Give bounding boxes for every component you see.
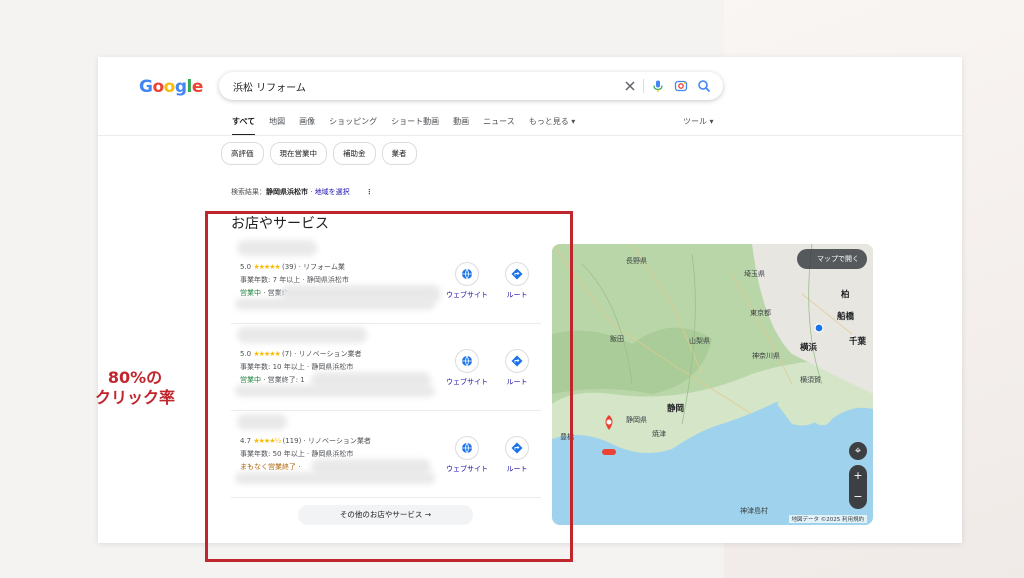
chip-contractor[interactable]: 業者 — [381, 142, 417, 165]
map-label-tokyo: 東京都 — [750, 309, 771, 317]
map-label-kozushima: 神津島村 — [740, 507, 768, 515]
lens-icon[interactable] — [674, 79, 688, 93]
chip-open-now[interactable]: 現在営業中 — [269, 142, 327, 165]
search-icon[interactable] — [697, 79, 711, 93]
map-terrain — [552, 244, 873, 525]
tools-button[interactable]: ツール ▾ — [683, 116, 714, 127]
chip-subsidy[interactable]: 補助金 — [333, 142, 376, 165]
more-options-icon[interactable]: ⋮ — [366, 188, 373, 196]
map-label-nagano: 長野県 — [626, 257, 647, 265]
select-region-link[interactable]: 地域を選択 — [315, 188, 350, 196]
microphone-icon[interactable] — [651, 79, 665, 93]
search-tabs: すべて 地図 画像 ショッピング ショート動画 動画 ニュース もっと見る ▾ — [232, 116, 575, 136]
annotation-line-1: 80%の — [107, 368, 163, 387]
map-label-funabashi: 船橋 — [837, 312, 855, 322]
click-rate-annotation: 80%の クリック率 — [80, 368, 190, 408]
map-label-yamanashi: 山梨県 — [689, 337, 710, 345]
chip-top-rated[interactable]: 高評価 — [221, 142, 264, 165]
tab-maps[interactable]: 地図 — [269, 116, 285, 136]
search-divider — [643, 79, 644, 93]
tab-images[interactable]: 画像 — [299, 116, 315, 136]
map-label-yokohama: 横浜 — [800, 343, 818, 353]
map-label-iida: 飯田 — [610, 335, 624, 343]
zoom-out-icon[interactable]: − — [849, 487, 867, 509]
tab-all[interactable]: すべて — [232, 116, 255, 136]
tab-shopping[interactable]: ショッピング — [329, 116, 377, 136]
location-separator: · — [308, 188, 315, 196]
map-label-yaizu: 焼津 — [652, 430, 666, 438]
header-divider — [98, 135, 962, 136]
clear-icon[interactable] — [623, 79, 637, 93]
open-in-maps-button[interactable]: マップで開く — [797, 249, 867, 269]
map-label-kashiwa: 柏 — [841, 290, 850, 300]
search-box[interactable]: 浜松 リフォーム — [219, 72, 723, 100]
zoom-control: + − — [849, 465, 867, 509]
zoom-in-icon[interactable]: + — [849, 465, 867, 487]
google-logo[interactable]: Google — [139, 77, 203, 97]
tab-more[interactable]: もっと見る ▾ — [529, 116, 576, 136]
map-label-shizuoka-pref: 静岡県 — [626, 416, 647, 424]
map-label-chiba: 千葉 — [849, 337, 867, 347]
location-line: 検索結果：静岡県浜松市 · 地域を選択 ⋮ — [231, 187, 373, 197]
filter-chips: 高評価 現在営業中 補助金 業者 — [221, 142, 417, 165]
map-label-shizuoka-city: 静岡 — [667, 404, 685, 414]
annotation-line-2: クリック率 — [94, 388, 175, 407]
map-label-saitama: 埼玉県 — [744, 270, 765, 278]
map-label-yokosuka: 横須賀 — [800, 376, 821, 384]
map-attribution[interactable]: 地図データ ©2025 利用規約 — [788, 515, 867, 523]
tab-short-videos[interactable]: ショート動画 — [391, 116, 439, 136]
location-prefix: 検索結果： — [231, 188, 266, 196]
tab-videos[interactable]: 動画 — [453, 116, 469, 136]
search-input[interactable]: 浜松 リフォーム — [233, 79, 306, 94]
highlight-box — [205, 211, 573, 562]
tab-news[interactable]: ニュース — [483, 116, 515, 136]
location-place: 静岡県浜松市 — [266, 188, 308, 196]
map-view[interactable]: マップで開く 長野県 埼玉県 東京都 山梨県 神奈川県 飯田 柏 船橋 横浜 千… — [552, 244, 873, 525]
map-label-kanagawa: 神奈川県 — [752, 352, 780, 360]
my-location-icon[interactable]: ⌖ — [849, 442, 867, 460]
